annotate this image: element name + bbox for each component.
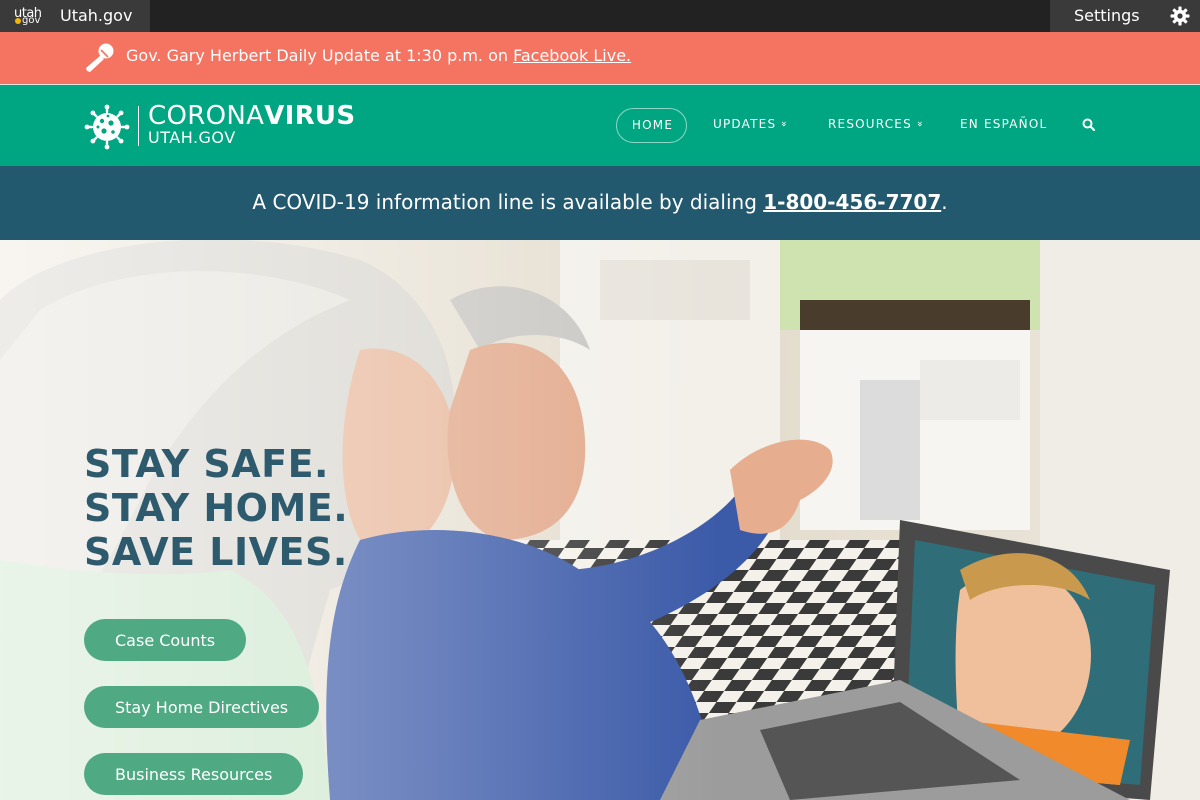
phone-link[interactable]: 1-800-456-7707	[763, 190, 941, 214]
stay-home-directives-button[interactable]: Stay Home Directives	[84, 686, 320, 728]
utah-gov-brand-link[interactable]: utah gov Utah.gov	[0, 0, 150, 32]
settings-label: Settings	[1074, 6, 1140, 25]
facebook-live-link[interactable]: Facebook Live.	[513, 46, 631, 65]
gear-icon	[1170, 6, 1190, 26]
utah-gov-logo: utah gov	[14, 6, 42, 26]
case-counts-button[interactable]: Case Counts	[84, 619, 247, 661]
chevron-double-down-icon: »	[914, 120, 926, 129]
utah-gov-brand-text: Utah.gov	[60, 6, 133, 25]
hero-headline-2: STAY HOME.	[84, 486, 349, 530]
nav-resources[interactable]: RESOURCES»	[828, 117, 926, 131]
logo-divider	[138, 106, 139, 146]
nav-updates[interactable]: UPDATES»	[713, 117, 790, 131]
info-line-text: A COVID-19 information line is available…	[252, 190, 948, 214]
logo-dot	[15, 18, 21, 24]
chevron-double-down-icon: »	[778, 120, 790, 129]
hero-section: STAY SAFE. STAY HOME. SAVE LIVES. Case C…	[0, 240, 1200, 800]
hero-headline-1: STAY SAFE.	[84, 442, 329, 486]
nav-home[interactable]: HOME	[616, 108, 687, 143]
settings-button[interactable]: Settings	[1050, 0, 1200, 32]
alert-text: Gov. Gary Herbert Daily Update at 1:30 p…	[126, 46, 632, 65]
site-title[interactable]: CORONAVIRUS	[148, 101, 355, 131]
nav-espanol[interactable]: EN ESPAÑOL	[960, 117, 1047, 131]
hero-headline-3: SAVE LIVES.	[84, 530, 348, 574]
microphone-icon	[86, 43, 114, 72]
utah-gov-topbar: utah gov Utah.gov Settings	[0, 0, 1200, 32]
search-icon[interactable]	[1081, 117, 1097, 133]
site-subtitle: UTAH.GOV	[148, 128, 236, 147]
business-resources-button[interactable]: Business Resources	[84, 753, 304, 795]
virus-logo-icon[interactable]	[84, 104, 130, 150]
